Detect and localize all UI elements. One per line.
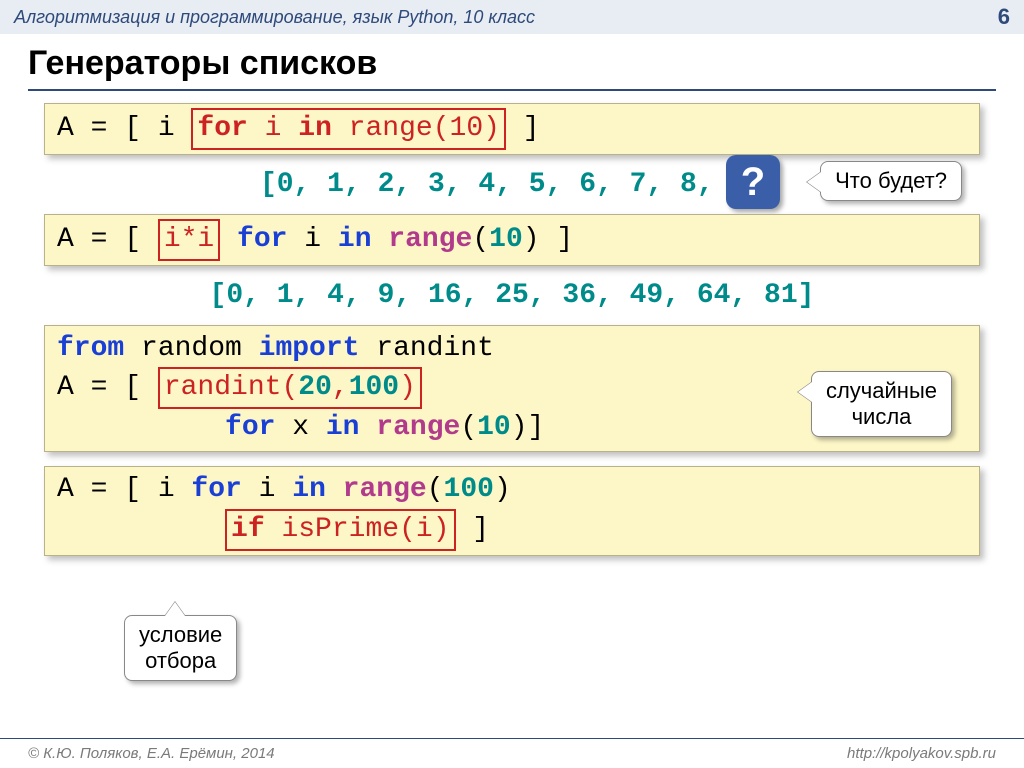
main-content: A = [ i for i in range(10) ] [0, 1, 2, 3… xyxy=(44,103,980,556)
page-title: Генераторы списков xyxy=(28,44,996,83)
question-icon: ? xyxy=(726,155,780,209)
code-block-2: A = [ i*i for i in range(10) ] xyxy=(44,214,980,266)
title-divider xyxy=(28,89,996,91)
highlight-for-loop: for i in range(10) xyxy=(191,108,506,150)
callout-question: Что будет? xyxy=(820,161,962,201)
header-bar: Алгоритмизация и программирование, язык … xyxy=(0,0,1024,34)
highlight-condition: if isPrime(i) xyxy=(225,509,455,551)
callout-filter: условие отбора xyxy=(124,615,237,681)
footer-bar: © К.Ю. Поляков, Е.А. Ерёмин, 2014 http:/… xyxy=(0,738,1024,768)
code-block-1: A = [ i for i in range(10) ] xyxy=(44,103,980,155)
output-2: [0, 1, 4, 9, 16, 25, 36, 49, 64, 81] xyxy=(44,280,980,311)
highlight-randint: randint(20,100) xyxy=(158,367,422,409)
code-block-4: A = [ i for i in range(100) if isPrime(i… xyxy=(44,466,980,556)
callout-random: случайные числа xyxy=(811,371,952,437)
footer-url: http://kpolyakov.spb.ru xyxy=(847,745,996,762)
footer-copyright: © К.Ю. Поляков, Е.А. Ерёмин, 2014 xyxy=(28,745,275,762)
subject-line: Алгоритмизация и программирование, язык … xyxy=(14,7,535,28)
highlight-expr: i*i xyxy=(158,219,220,261)
page-number: 6 xyxy=(998,4,1010,30)
